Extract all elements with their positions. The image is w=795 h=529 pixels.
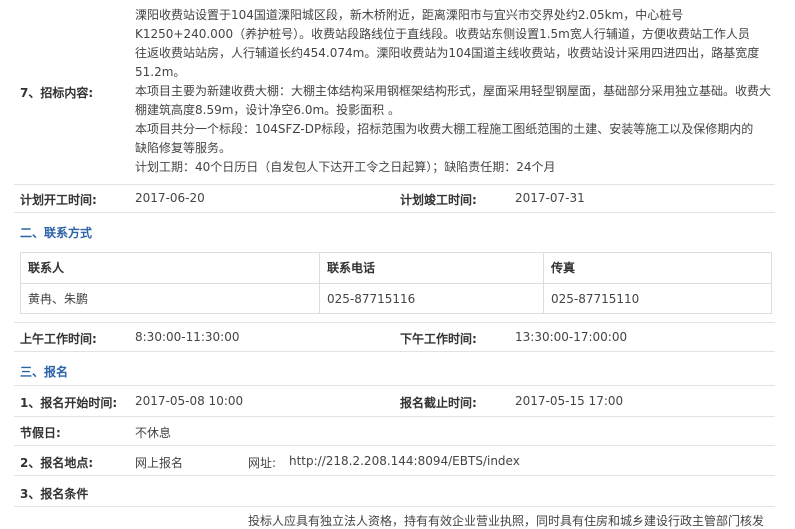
bid-content-line: 溧阳收费站设置于104国道溧阳城区段，新木桥附近，距离溧阳市与宜兴市交界处约2.… xyxy=(135,8,684,22)
registration-start-value: 2017-05-08 10:00 xyxy=(135,394,244,408)
contact-person-value: 黄冉、朱鹏 xyxy=(21,284,320,313)
header-phone: 联系电话 xyxy=(320,253,544,283)
header-contact-person: 联系人 xyxy=(21,253,320,283)
pm-hours-value: 13:30:00-17:00:00 xyxy=(515,330,628,344)
bid-content-line: 棚建筑高度8.59m，设计净空6.0m。投影面积 。 xyxy=(135,103,400,117)
registration-url-label: 网址: xyxy=(248,456,277,470)
registration-conditions-text: 投标人应具有独立法人资格，持有有效企业营业执照，同时具有住房和城乡建设行政主管部… xyxy=(248,514,765,528)
registration-place-label: 2、报名地点: xyxy=(20,456,94,470)
tender-notice-page: 7、招标内容: 溧阳收费站设置于104国道溧阳城区段，新木桥附近，距离溧阳市与宜… xyxy=(0,0,795,528)
bid-content-line: 本项目共分一个标段：104SFZ-DP标段，招标范围为收费大棚工程施工图纸范围的… xyxy=(135,122,754,136)
contact-table-header: 联系人 联系电话 传真 xyxy=(21,253,771,284)
registration-end-label: 报名截止时间: xyxy=(400,396,477,410)
registration-end-value: 2017-05-15 17:00 xyxy=(515,394,624,408)
phone-value: 025-87715116 xyxy=(320,284,544,313)
bid-content-label: 7、招标内容: xyxy=(20,86,94,100)
contact-section-title: 二、联系方式 xyxy=(20,226,93,240)
am-hours-label: 上午工作时间: xyxy=(20,332,97,346)
bid-content-row: 7、招标内容: 溧阳收费站设置于104国道溧阳城区段，新木桥附近，距离溧阳市与宜… xyxy=(14,0,775,185)
am-hours-value: 8:30:00-11:30:00 xyxy=(135,330,240,344)
registration-section-title: 三、报名 xyxy=(20,365,69,379)
registration-conditions-label: 3、报名条件 xyxy=(20,487,89,501)
bid-content-line: 计划工期：40个日历日（自发包人下达开工令之日起算）；缺陷责任期：24个月 xyxy=(135,160,556,174)
holiday-value: 不休息 xyxy=(135,426,172,440)
registration-conditions-row: 3、报名条件 xyxy=(14,476,775,507)
bid-content-line: 缺陷修复等服务。 xyxy=(135,141,232,155)
bid-content-line: 往返收费站站房，人行辅道长约454.074m。溧阳收费站为104国道主线收费站，… xyxy=(135,46,760,60)
registration-time-row: 1、报名开始时间: 2017-05-08 10:00 报名截止时间: 2017-… xyxy=(14,385,775,417)
table-row: 黄冉、朱鹏 025-87715116 025-87715110 xyxy=(21,284,771,313)
planned-end-label: 计划竣工时间: xyxy=(400,193,477,207)
schedule-row: 计划开工时间: 2017-06-20 计划竣工时间: 2017-07-31 xyxy=(14,185,775,213)
pm-hours-label: 下午工作时间: xyxy=(400,332,477,346)
bid-content-line: 本项目主要为新建收费大棚：大棚主体结构采用钢框架结构形式，屋面采用轻型钢屋面，基… xyxy=(135,84,772,98)
bid-content-line: 51.2m。 xyxy=(135,65,186,79)
planned-start-value: 2017-06-20 xyxy=(135,191,205,205)
registration-place-value: 网上报名 xyxy=(135,456,184,470)
bid-content-text: 溧阳收费站设置于104国道溧阳城区段，新木桥附近，距离溧阳市与宜兴市交界处约2.… xyxy=(135,6,773,177)
contact-table: 联系人 联系电话 传真 黄冉、朱鹏 025-87715116 025-87715… xyxy=(20,252,772,314)
holiday-row: 节假日: 不休息 xyxy=(14,416,775,446)
bid-content-line: K1250+240.000（养护桩号）。收费站段路线位于直线段。收费站东侧设置1… xyxy=(135,27,750,41)
planned-start-label: 计划开工时间: xyxy=(20,193,97,207)
registration-place-row: 2、报名地点: 网上报名 网址: http://218.2.208.144:80… xyxy=(14,446,775,476)
header-fax: 传真 xyxy=(551,261,576,275)
registration-url-link[interactable]: http://218.2.208.144:8094/EBTS/index xyxy=(289,454,520,468)
registration-start-label: 1、报名开始时间: xyxy=(20,396,118,410)
work-hours-row: 上午工作时间: 8:30:00-11:30:00 下午工作时间: 13:30:0… xyxy=(14,322,775,352)
planned-end-value: 2017-07-31 xyxy=(515,191,585,205)
holiday-label: 节假日: xyxy=(20,426,61,440)
fax-value: 025-87715110 xyxy=(551,292,640,306)
